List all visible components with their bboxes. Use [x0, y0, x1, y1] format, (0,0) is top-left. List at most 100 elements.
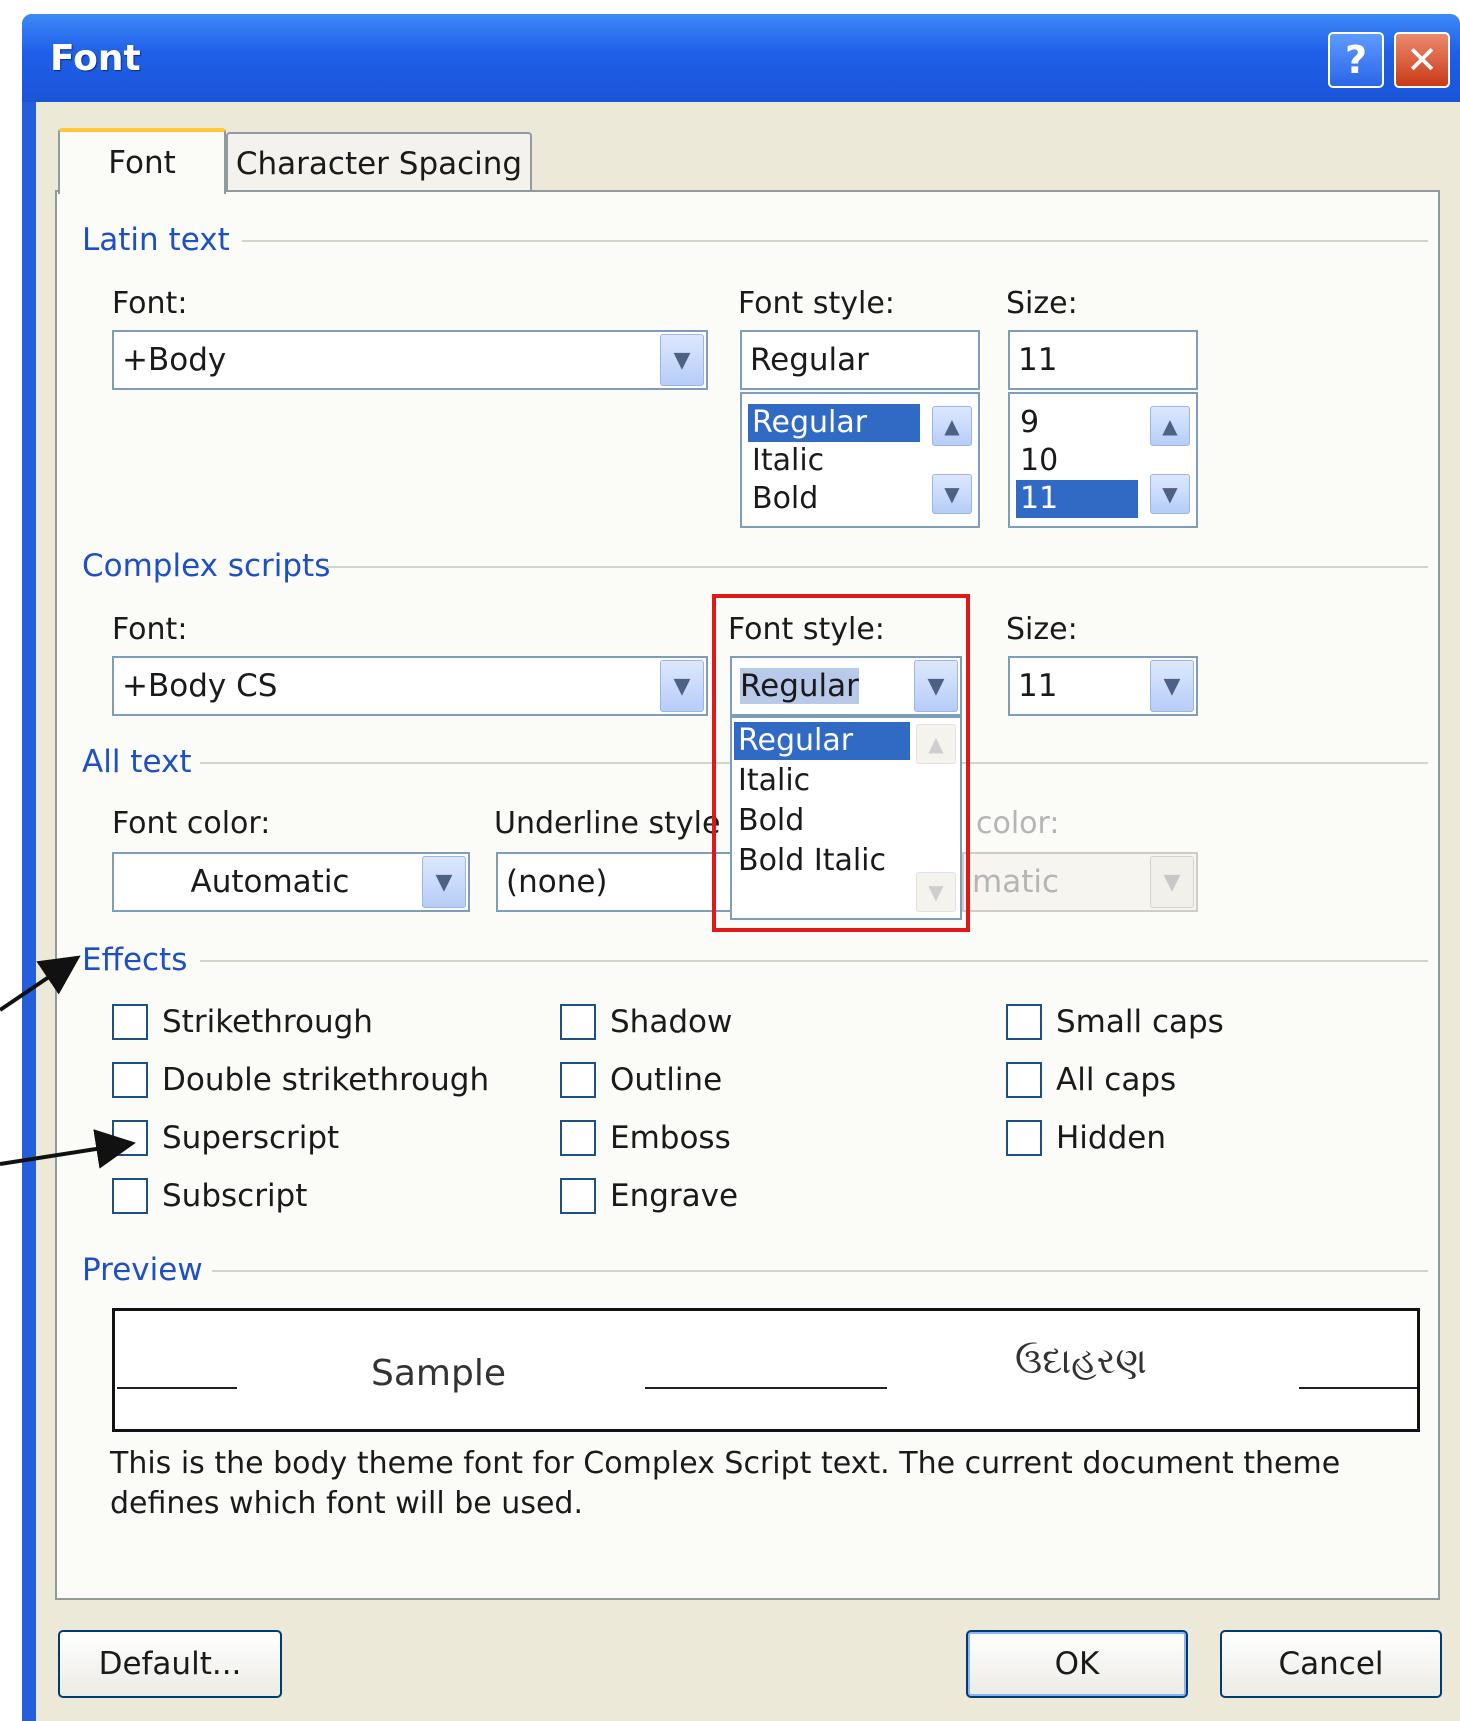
complex-font-label: Font: — [112, 612, 188, 647]
annotation-arrows — [0, 955, 136, 1169]
list-item[interactable]: 10 — [1016, 442, 1062, 480]
scroll-up-button[interactable]: ▲ — [932, 406, 972, 446]
latin-style-input[interactable]: Regular — [740, 330, 980, 390]
double-strikethrough-label[interactable]: Double strikethrough — [162, 1062, 489, 1098]
font-color-combo[interactable]: Automatic ▼ — [112, 852, 470, 912]
latin-font-value: +Body — [122, 342, 227, 378]
close-icon: ✕ — [1406, 38, 1438, 82]
underline-color-label: color: — [976, 806, 1060, 841]
all-caps-label[interactable]: All caps — [1056, 1062, 1176, 1098]
complex-font-combo[interactable]: +Body CS ▼ — [112, 656, 708, 716]
tab-font[interactable]: Font — [58, 128, 226, 194]
latin-size-value: 11 — [1018, 342, 1058, 378]
latin-text-group-label: Latin text — [82, 222, 230, 258]
tab-font-label: Font — [108, 145, 176, 181]
chevron-down-icon: ▼ — [1163, 673, 1181, 699]
list-item[interactable]: Italic — [748, 442, 828, 480]
chevron-down-icon: ▼ — [435, 869, 453, 895]
preview-sample-latin: Sample — [371, 1353, 506, 1394]
cancel-button[interactable]: Cancel — [1220, 1630, 1442, 1698]
small-caps-label[interactable]: Small caps — [1056, 1004, 1224, 1040]
chevron-down-icon: ▼ — [944, 482, 960, 506]
all-text-group-label: All text — [82, 744, 192, 780]
outline-label[interactable]: Outline — [610, 1062, 722, 1098]
latin-text-divider — [242, 240, 1428, 242]
complex-size-value: 11 — [1018, 668, 1058, 704]
underline-color-value: matic — [972, 864, 1060, 900]
preview-baseline-left — [117, 1387, 237, 1389]
preview-box: Sample ઉદાહરણ — [112, 1308, 1420, 1432]
latin-size-listbox[interactable]: 9 10 11 ▲ ▼ — [1008, 392, 1198, 528]
complex-font-value: +Body CS — [122, 668, 278, 704]
complex-scripts-group-label: Complex scripts — [82, 548, 331, 584]
complex-size-combo[interactable]: 11 ▼ — [1008, 656, 1198, 716]
list-item[interactable]: 11 — [1016, 480, 1138, 518]
preview-divider — [212, 1270, 1428, 1272]
list-item[interactable]: Regular — [748, 404, 920, 442]
emboss-label[interactable]: Emboss — [610, 1120, 731, 1156]
hidden-checkbox[interactable] — [1006, 1120, 1042, 1156]
preview-baseline-right — [1299, 1387, 1417, 1389]
underline-style-label: Underline style — [494, 806, 721, 841]
complex-size-label: Size: — [1006, 612, 1078, 647]
underline-style-combo[interactable]: (none) — [496, 852, 736, 912]
complex-size-dropdown-button[interactable]: ▼ — [1150, 660, 1194, 712]
latin-style-value: Regular — [750, 342, 869, 378]
latin-font-combo[interactable]: +Body ▼ — [112, 330, 708, 390]
preview-sample-complex: ઉદાહરણ — [1015, 1341, 1147, 1382]
shadow-label[interactable]: Shadow — [610, 1004, 732, 1040]
preview-baseline-middle — [645, 1387, 887, 1389]
arrow-to-superscript — [0, 1129, 136, 1169]
effects-divider — [200, 960, 1428, 962]
engrave-checkbox[interactable] — [560, 1178, 596, 1214]
list-item[interactable]: Bold — [748, 480, 822, 518]
scroll-down-button[interactable]: ▼ — [1150, 474, 1190, 514]
superscript-label[interactable]: Superscript — [162, 1120, 339, 1156]
annotation-highlight-box — [712, 594, 970, 932]
outline-checkbox[interactable] — [560, 1062, 596, 1098]
ok-button[interactable]: OK — [966, 1630, 1188, 1698]
tab-character-spacing-label: Character Spacing — [235, 146, 523, 182]
font-color-label: Font color: — [112, 806, 271, 841]
font-color-value: Automatic — [190, 864, 350, 900]
arrow-to-effects — [0, 955, 81, 1012]
shadow-checkbox[interactable] — [560, 1004, 596, 1040]
subscript-label[interactable]: Subscript — [162, 1178, 307, 1214]
help-icon: ? — [1344, 38, 1368, 82]
latin-size-input[interactable]: 11 — [1008, 330, 1198, 390]
cancel-button-label: Cancel — [1278, 1646, 1384, 1682]
default-button-label: Default... — [98, 1646, 242, 1682]
chevron-up-icon: ▲ — [944, 414, 960, 438]
chevron-down-icon: ▼ — [1162, 482, 1178, 506]
ok-button-label: OK — [1054, 1646, 1100, 1682]
latin-style-listbox[interactable]: Regular Italic Bold ▲ ▼ — [740, 392, 980, 528]
help-button[interactable]: ? — [1328, 32, 1384, 88]
scroll-up-button[interactable]: ▲ — [1150, 406, 1190, 446]
small-caps-checkbox[interactable] — [1006, 1004, 1042, 1040]
engrave-label[interactable]: Engrave — [610, 1178, 738, 1214]
emboss-checkbox[interactable] — [560, 1120, 596, 1156]
default-button[interactable]: Default... — [58, 1630, 282, 1698]
strikethrough-label[interactable]: Strikethrough — [162, 1004, 373, 1040]
hidden-label[interactable]: Hidden — [1056, 1120, 1166, 1156]
complex-font-dropdown-button[interactable]: ▼ — [660, 660, 704, 712]
latin-font-label: Font: — [112, 286, 188, 321]
chevron-down-icon: ▼ — [673, 347, 691, 373]
preview-description: This is the body theme font for Complex … — [110, 1446, 1341, 1521]
preview-group-label: Preview — [82, 1252, 203, 1288]
font-color-dropdown-button[interactable]: ▼ — [422, 856, 466, 908]
title-bar[interactable]: Font ? ✕ — [22, 14, 1460, 102]
close-button[interactable]: ✕ — [1394, 32, 1450, 88]
all-caps-checkbox[interactable] — [1006, 1062, 1042, 1098]
latin-style-label: Font style: — [738, 286, 895, 321]
underline-style-value: (none) — [506, 864, 608, 900]
chevron-down-icon: ▼ — [673, 673, 691, 699]
scroll-down-button[interactable]: ▼ — [932, 474, 972, 514]
chevron-up-icon: ▲ — [1162, 414, 1178, 438]
latin-font-dropdown-button[interactable]: ▼ — [660, 334, 704, 386]
list-item[interactable]: 9 — [1016, 404, 1043, 442]
chevron-down-icon: ▼ — [1163, 869, 1181, 895]
tab-character-spacing[interactable]: Character Spacing — [226, 132, 532, 194]
latin-size-label: Size: — [1006, 286, 1078, 321]
dialog-title: Font — [50, 38, 141, 79]
